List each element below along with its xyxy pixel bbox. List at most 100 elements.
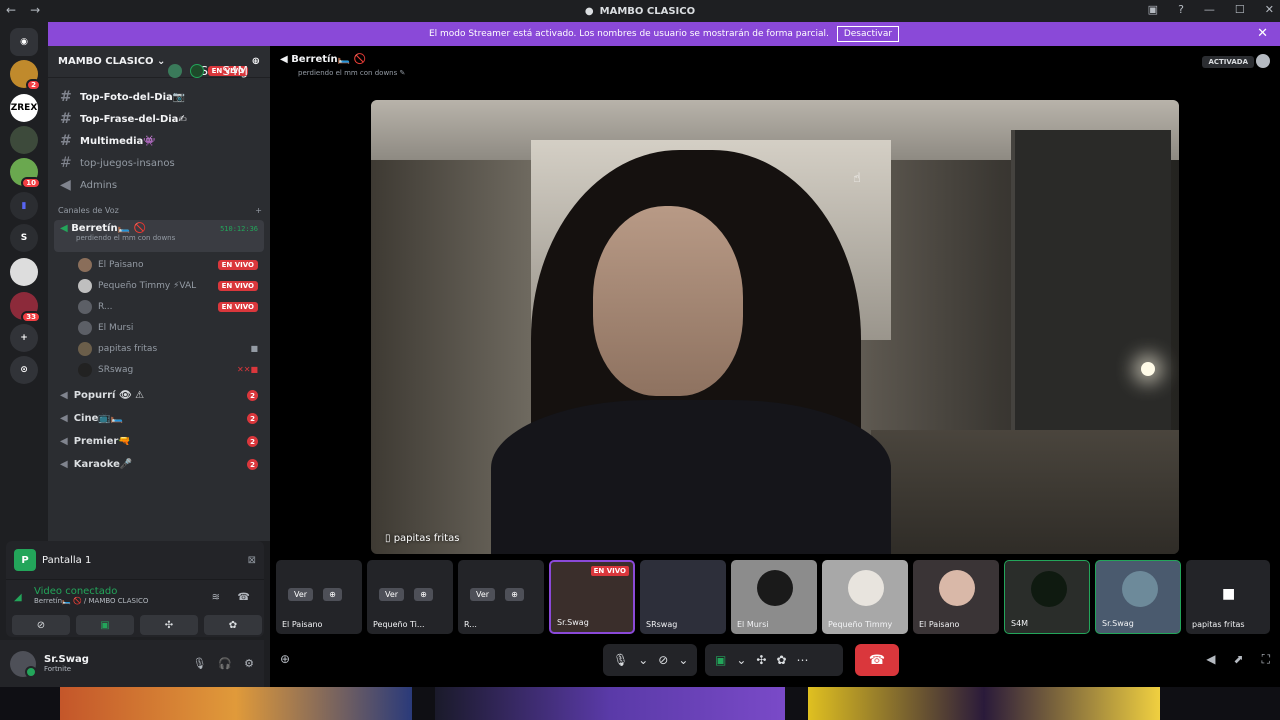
- participant-tile[interactable]: Ver ⊕ R...: [458, 560, 544, 634]
- participant-tile[interactable]: ■ papitas fritas: [1186, 560, 1270, 634]
- fullscreen-icon[interactable]: ⛶: [1262, 652, 1270, 667]
- close-window-icon[interactable]: ✕: [1265, 3, 1274, 16]
- participant-tile[interactable]: Sr.Swag: [1095, 560, 1181, 634]
- live-badge: EN VIVO: [590, 566, 629, 576]
- voice-channel[interactable]: ◀ Admins: [48, 174, 270, 196]
- avatar: [78, 299, 92, 314]
- camera-icon: ■: [250, 344, 258, 353]
- popout-icon[interactable]: ⊕: [505, 588, 524, 601]
- participant-tile[interactable]: Ver ⊕ Pequeño Ti...: [367, 560, 453, 634]
- server-item[interactable]: 33: [10, 292, 41, 323]
- channel-label: Cine📺🛏️: [73, 413, 124, 424]
- voice-channel[interactable]: ◀ Karaoke🎤 2: [48, 453, 270, 476]
- microphone-icon[interactable]: 🎙: [613, 653, 628, 667]
- hash-icon: #: [60, 155, 72, 171]
- server-item[interactable]: ZREX: [10, 94, 38, 122]
- gear-icon[interactable]: ⚙: [244, 657, 254, 670]
- disconnect-icon[interactable]: ☎: [238, 592, 250, 603]
- voice-user[interactable]: El Paisano EN VIVO: [48, 254, 270, 275]
- channel-label: Top-Frase-del-Dia✍: [80, 113, 187, 125]
- participant-tile[interactable]: SRswag: [640, 560, 726, 634]
- soundboard-icon[interactable]: ✿: [776, 653, 786, 667]
- connection-status[interactable]: Video conectado: [34, 586, 254, 597]
- screen-share-icon[interactable]: ▣: [715, 653, 726, 667]
- soundboard-button[interactable]: ✿: [204, 615, 262, 635]
- stop-share-icon[interactable]: ⊠: [248, 555, 256, 566]
- forward-arrow-icon[interactable]: →: [30, 3, 40, 17]
- popout-icon[interactable]: ⊕: [323, 588, 342, 601]
- add-channel-icon[interactable]: +: [255, 206, 262, 215]
- more-icon[interactable]: ⋯: [797, 653, 809, 667]
- screen-share-button[interactable]: ▣: [76, 615, 134, 635]
- participant-tile[interactable]: El Mursi: [731, 560, 817, 634]
- activity-badge[interactable]: ACTIVADA: [1202, 56, 1254, 68]
- voice-channel[interactable]: ◀ Premier🔫 2: [48, 430, 270, 453]
- voice-user[interactable]: S4M: [160, 60, 260, 81]
- server-item[interactable]: [10, 258, 38, 286]
- voice-user[interactable]: Pequeño Timmy ⚡VAL EN VIVO: [48, 275, 270, 296]
- voice-channel[interactable]: ◀ Cine📺🛏️ 2: [48, 407, 270, 430]
- server-item[interactable]: 2: [10, 60, 41, 91]
- text-channel[interactable]: # Top-Frase-del-Dia✍: [48, 108, 270, 130]
- text-channel[interactable]: # top-juegos-insanos: [48, 152, 270, 174]
- voice-channel[interactable]: ◀ Popurrí 👁 ⚠ 2: [48, 384, 270, 407]
- voice-user[interactable]: R... EN VIVO: [48, 296, 270, 317]
- focused-video[interactable]: ▯ papitas fritas: [371, 100, 1179, 554]
- explore-icon[interactable]: ⊙: [10, 356, 38, 384]
- activities-icon[interactable]: ✣: [756, 653, 766, 667]
- server-item[interactable]: 10: [10, 158, 41, 189]
- microphone-icon[interactable]: 🎙: [192, 657, 206, 670]
- chevron-down-icon[interactable]: ⌄: [736, 653, 746, 667]
- avatar[interactable]: [10, 650, 37, 678]
- active-voice-channel[interactable]: ◀ Berretín🛏️ 🚫 510:12:36 perdiendo el mm …: [54, 220, 264, 252]
- tile-label: papitas fritas: [1192, 620, 1245, 629]
- minimize-icon[interactable]: —: [1204, 3, 1215, 16]
- voice-user[interactable]: SRswag ✕✕■: [48, 359, 270, 380]
- activity-controls: ▣ ⌄ ✣ ✿ ⋯: [705, 644, 843, 676]
- text-channel[interactable]: # Top-Foto-del-Dia📷: [48, 86, 270, 108]
- chevron-down-icon[interactable]: ⌄: [678, 653, 688, 667]
- headphones-icon[interactable]: 🎧: [218, 657, 232, 670]
- watch-button[interactable]: Ver: [379, 588, 405, 601]
- camera-off-button[interactable]: ⊘: [12, 615, 70, 635]
- help-icon[interactable]: ?: [1178, 3, 1184, 16]
- participant-tile[interactable]: Ver ⊕ El Paisano: [276, 560, 362, 634]
- video-scene: [1141, 362, 1155, 376]
- camera-off-icon[interactable]: ⊘: [658, 653, 668, 667]
- activities-button[interactable]: ✣: [140, 615, 198, 635]
- popout-icon[interactable]: ⬈: [1234, 652, 1244, 667]
- server-item[interactable]: S: [10, 224, 38, 252]
- participant-tile[interactable]: EN VIVO Sr.Swag: [549, 560, 635, 634]
- add-person-icon[interactable]: ⊕: [280, 652, 290, 666]
- participant-tile[interactable]: Pequeño Timmy: [822, 560, 908, 634]
- inbox-icon[interactable]: ▣: [1148, 3, 1158, 16]
- voice-user[interactable]: papitas fritas ■: [48, 338, 270, 359]
- tile-label: Sr.Swag: [557, 618, 589, 627]
- popout-icon[interactable]: ⊕: [414, 588, 433, 601]
- chat-icon[interactable]: [1256, 54, 1270, 68]
- deactivate-button[interactable]: Desactivar: [836, 26, 900, 42]
- voice-user[interactable]: El Mursi: [48, 317, 270, 338]
- voice-category[interactable]: Canales de Voz +: [48, 200, 270, 220]
- participant-tile[interactable]: S4M: [1004, 560, 1090, 634]
- participant-tiles: Ver ⊕ El Paisano Ver ⊕ Pequeño Ti... Ver ⊕ R..…: [276, 560, 1280, 634]
- back-arrow-icon[interactable]: ←: [6, 3, 16, 17]
- channel-label: Multimedia👾: [80, 135, 156, 147]
- participant-tile[interactable]: El Paisano: [913, 560, 999, 634]
- media-controls: 🎙 ⌄ ⊘ ⌄: [603, 644, 697, 676]
- watch-button[interactable]: Ver: [470, 588, 496, 601]
- close-banner-icon[interactable]: ✕: [1257, 26, 1268, 41]
- edit-icon[interactable]: ✎: [400, 69, 406, 77]
- watch-button[interactable]: Ver: [288, 588, 314, 601]
- text-channel[interactable]: # Multimedia👾: [48, 130, 270, 152]
- folder-icon[interactable]: ▮: [10, 192, 38, 220]
- disconnect-button[interactable]: ☎: [855, 644, 899, 676]
- noise-suppression-icon[interactable]: ≋: [212, 592, 220, 603]
- discord-home-icon[interactable]: ◉: [10, 28, 38, 56]
- chevron-down-icon[interactable]: ⌄: [638, 653, 648, 667]
- maximize-icon[interactable]: ☐: [1235, 3, 1245, 16]
- server-item[interactable]: [10, 126, 38, 154]
- volume-icon[interactable]: ◀: [1206, 652, 1215, 667]
- signal-icon[interactable]: ◢: [14, 592, 22, 603]
- add-server-icon[interactable]: +: [10, 324, 38, 352]
